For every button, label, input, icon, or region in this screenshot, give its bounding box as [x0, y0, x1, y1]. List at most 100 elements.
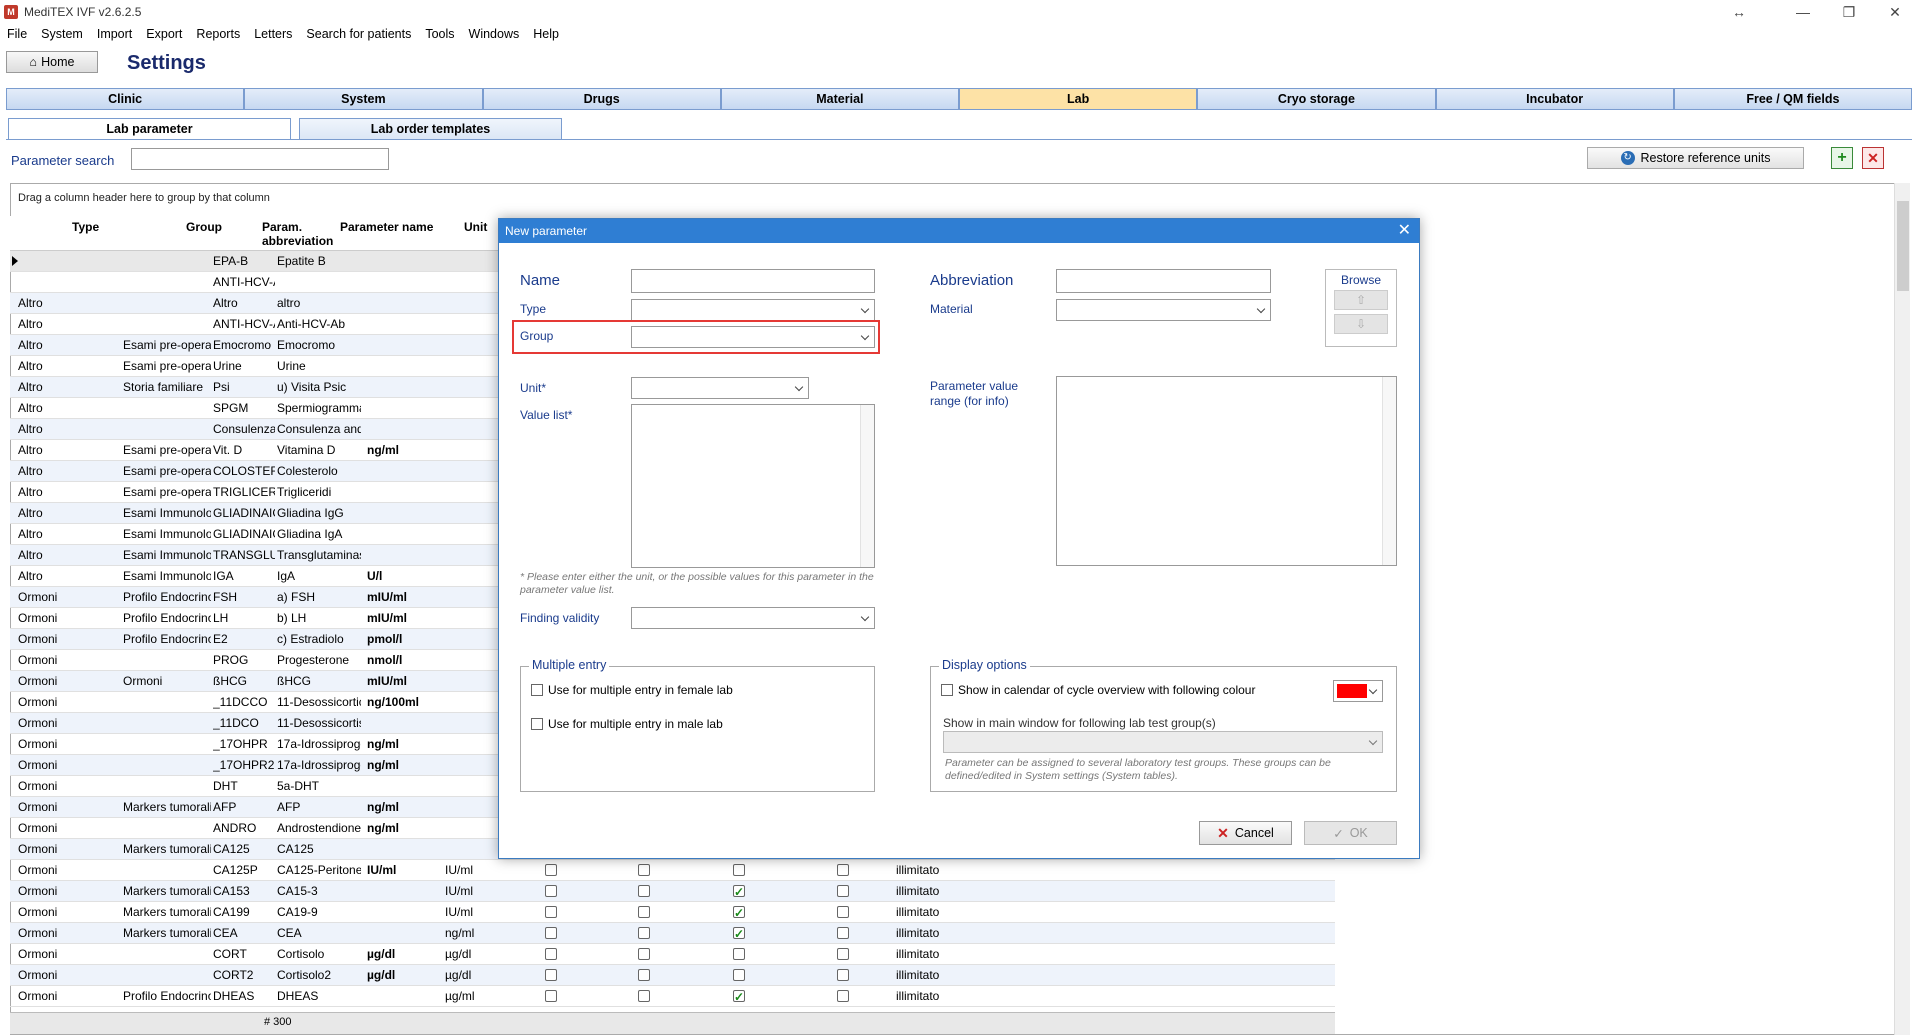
menu-search-for-patients[interactable]: Search for patients — [299, 27, 418, 41]
minimize-button[interactable]: — — [1780, 0, 1826, 24]
delete-parameter-button[interactable]: ✕ — [1862, 147, 1884, 169]
tab-drugs[interactable]: Drugs — [482, 89, 721, 110]
row-checkbox[interactable] — [837, 990, 849, 1002]
range-scrollbar[interactable] — [1382, 377, 1396, 565]
home-button[interactable]: ⌂ Home — [6, 51, 98, 73]
row-checkbox[interactable] — [638, 969, 650, 981]
calendar-option[interactable]: Show in calendar of cycle overview with … — [941, 683, 1255, 697]
finding-validity-select[interactable] — [631, 607, 875, 629]
row-checkbox[interactable] — [545, 864, 557, 876]
table-row[interactable]: Ormoni Markers tumoraliCA153 CA15-3 IU/ml il… — [10, 881, 1335, 902]
browse-up-button[interactable]: ⇧ — [1334, 290, 1388, 310]
multi-female-checkbox[interactable] — [531, 684, 543, 696]
column-header-abbreviation[interactable]: Param. abbreviation — [262, 220, 333, 248]
cell-abbr: CA125P — [213, 863, 258, 877]
abbreviation-input[interactable] — [1056, 269, 1271, 293]
tab-lab-parameter[interactable]: Lab parameter — [8, 118, 291, 140]
cancel-button[interactable]: ✕ Cancel — [1199, 821, 1292, 845]
row-checkbox[interactable] — [638, 864, 650, 876]
menu-help[interactable]: Help — [526, 27, 566, 41]
tab-clinic[interactable]: Clinic — [6, 89, 245, 110]
row-checkbox[interactable] — [545, 927, 557, 939]
row-checkbox[interactable] — [638, 927, 650, 939]
menu-reports[interactable]: Reports — [189, 27, 247, 41]
row-checkbox[interactable] — [638, 906, 650, 918]
row-checkbox[interactable] — [837, 906, 849, 918]
restore-reference-units-button[interactable]: ↻ Restore reference units — [1587, 147, 1804, 169]
browse-down-button[interactable]: ⇩ — [1334, 314, 1388, 334]
row-checkbox[interactable] — [545, 990, 557, 1002]
table-row[interactable]: Ormoni Markers tumoraliCA199 CA19-9 IU/ml il… — [10, 902, 1335, 923]
row-checkbox[interactable] — [545, 885, 557, 897]
row-checkbox[interactable] — [545, 906, 557, 918]
column-header-type[interactable]: Type — [72, 220, 99, 234]
tab-lab-order-templates[interactable]: Lab order templates — [299, 118, 562, 140]
row-checkbox[interactable] — [638, 948, 650, 960]
calendar-color-picker[interactable] — [1333, 680, 1383, 702]
multi-male-checkbox[interactable] — [531, 718, 543, 730]
parameter-search-input[interactable] — [131, 148, 389, 170]
cell-type: Altro — [18, 380, 43, 394]
tab-free-qm-fields[interactable]: Free / QM fields — [1673, 89, 1912, 110]
menu-export[interactable]: Export — [139, 27, 189, 41]
table-row[interactable]: Ormoni CORT2 Cortisolo2 µg/dl µg/dl illimitat… — [10, 965, 1335, 986]
scrollbar-thumb[interactable] — [1897, 201, 1909, 291]
add-parameter-button[interactable]: + — [1831, 147, 1853, 169]
unit-select[interactable] — [631, 377, 809, 399]
menu-letters[interactable]: Letters — [247, 27, 299, 41]
row-checkbox[interactable] — [733, 987, 745, 1007]
menu-file[interactable]: File — [0, 27, 34, 41]
menu-tools[interactable]: Tools — [418, 27, 461, 41]
column-header-unit[interactable]: Unit — [464, 220, 487, 234]
grid-vertical-scrollbar[interactable] — [1894, 183, 1910, 1035]
row-checkbox[interactable] — [733, 969, 745, 981]
table-row[interactable]: OrmoniMarkers tumoraliCEACEAng/mlillimit… — [10, 923, 1335, 944]
title-bar: M MediTEX IVF v2.6.2.5 ↔ — ❐ ✕ — [0, 0, 1920, 24]
row-checkbox[interactable] — [638, 885, 650, 897]
value-list-scrollbar[interactable] — [860, 405, 874, 567]
row-checkbox[interactable] — [837, 864, 849, 876]
tab-system[interactable]: System — [244, 89, 483, 110]
row-checkbox[interactable] — [837, 885, 849, 897]
row-checkbox[interactable] — [837, 948, 849, 960]
tab-material[interactable]: Material — [720, 89, 959, 110]
ok-button[interactable]: ✓ OK — [1304, 821, 1397, 845]
group-select[interactable] — [631, 326, 875, 348]
tab-cryo-storage[interactable]: Cryo storage — [1197, 89, 1436, 110]
close-window-button[interactable]: ✕ — [1872, 0, 1918, 24]
material-select[interactable] — [1056, 299, 1271, 321]
cell-abbr: CA153 — [213, 884, 250, 898]
table-row[interactable]: Ormoni CORT Cortisolo µg/dl µg/dl illimitato — [10, 944, 1335, 965]
main-window-groups-select[interactable] — [943, 731, 1383, 753]
table-row[interactable]: OrmoniProfilo EndocrinoDHEASDHEASµg/mlil… — [10, 986, 1335, 1007]
restore-window-button[interactable]: ❐ — [1826, 0, 1872, 24]
multi-female-option[interactable]: Use for multiple entry in female lab — [531, 683, 733, 697]
multi-male-option[interactable]: Use for multiple entry in male lab — [531, 717, 723, 731]
row-checkbox[interactable] — [837, 927, 849, 939]
menu-import[interactable]: Import — [90, 27, 139, 41]
dialog-close-button[interactable]: ✕ — [1398, 219, 1411, 243]
value-list-textarea[interactable] — [631, 404, 875, 568]
table-row[interactable]: Ormoni CA125P CA125-Peritoneale IU/ml IU/ml i… — [10, 860, 1335, 881]
row-checkbox[interactable] — [733, 882, 745, 902]
row-checkbox[interactable] — [545, 948, 557, 960]
column-header-group[interactable]: Group — [186, 220, 222, 234]
row-checkbox[interactable] — [733, 948, 745, 960]
tab-incubator[interactable]: Incubator — [1435, 89, 1674, 110]
row-checkbox[interactable] — [733, 903, 745, 923]
cell-abbr: Psi — [213, 380, 230, 394]
row-checkbox[interactable] — [733, 924, 745, 944]
resize-arrows-icon[interactable]: ↔ — [1716, 0, 1762, 24]
parameter-range-textarea[interactable] — [1056, 376, 1397, 566]
type-select[interactable] — [631, 299, 875, 321]
row-checkbox[interactable] — [837, 969, 849, 981]
row-checkbox[interactable] — [638, 990, 650, 1002]
calendar-checkbox[interactable] — [941, 684, 953, 696]
column-header-name[interactable]: Parameter name — [340, 220, 433, 234]
name-input[interactable] — [631, 269, 875, 293]
menu-system[interactable]: System — [34, 27, 90, 41]
menu-windows[interactable]: Windows — [462, 27, 527, 41]
row-checkbox[interactable] — [545, 969, 557, 981]
tab-lab[interactable]: Lab — [959, 89, 1198, 110]
row-checkbox[interactable] — [733, 864, 745, 876]
